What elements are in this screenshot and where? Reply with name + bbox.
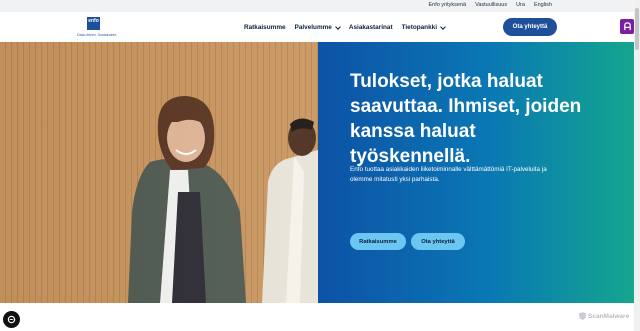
watermark-text: ScanMalware xyxy=(588,312,630,320)
utility-link-careers[interactable]: Ura xyxy=(516,2,525,8)
scrollbar[interactable] xyxy=(634,0,640,331)
nav-item-asiakastarinat[interactable]: Asiakastarinat xyxy=(349,24,393,31)
shield-icon xyxy=(579,312,586,320)
nav-item-ratkaisumme[interactable]: Ratkaisumme xyxy=(244,24,286,31)
nav-label: Tietopankki xyxy=(401,24,437,31)
nav-label: Asiakastarinat xyxy=(348,24,393,31)
utility-link-english[interactable]: English xyxy=(534,2,552,8)
logo-mark: enfo xyxy=(87,17,100,30)
contact-hero-button[interactable]: Ota yhteyttä xyxy=(411,233,465,250)
cookie-settings-button[interactable] xyxy=(3,311,20,328)
enfo-logo[interactable]: enfo Data-driven. Sustainable. xyxy=(77,17,117,39)
utility-link-sustainability[interactable]: Vastuullisuus xyxy=(475,2,507,8)
scrollbar-thumb[interactable] xyxy=(635,8,639,50)
chevron-down-icon xyxy=(440,23,446,30)
chevron-down-icon xyxy=(335,23,341,30)
solutions-button[interactable]: Ratkaisumme xyxy=(350,233,406,250)
hero-headline: Tulokset, jotka haluat saavuttaa. Ihmise… xyxy=(350,70,582,167)
watermark: ScanMalware xyxy=(579,312,629,320)
nav-label: Ratkaisumme xyxy=(244,24,286,31)
hero-subtext: Enfo tuottaa asiakkaiden liiketoiminnall… xyxy=(350,166,547,184)
chat-widget-button[interactable] xyxy=(620,19,634,34)
logo-tagline: Data-driven. Sustainable. xyxy=(77,33,118,37)
utility-links: Enfo yrityksenä Vastuullisuus Ura Englis… xyxy=(428,2,552,8)
nav-label: Palvelumme xyxy=(294,24,332,31)
main-nav: Ratkaisumme Palvelumme Asiakastarinat Ti… xyxy=(244,23,446,31)
nav-item-palvelumme[interactable]: Palvelumme xyxy=(294,23,341,31)
chat-widget-icon xyxy=(623,22,631,31)
nav-item-tietopankki[interactable]: Tietopankki xyxy=(401,23,446,31)
cookie-settings-icon xyxy=(7,315,16,324)
hero-image xyxy=(0,42,318,303)
contact-button[interactable]: Ota yhteyttä xyxy=(503,18,557,36)
utility-link-company[interactable]: Enfo yrityksenä xyxy=(428,2,466,8)
utility-bar: Enfo yrityksenä Vastuullisuus Ura Englis… xyxy=(0,0,634,12)
